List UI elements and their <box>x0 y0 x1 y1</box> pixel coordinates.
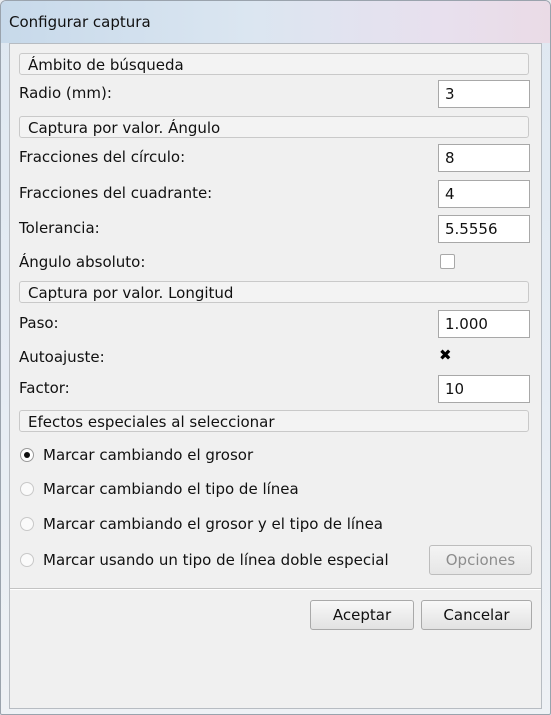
configurar-captura-dialog: Configurar captura Ámbito de búsqueda Ra… <box>0 0 551 715</box>
absolute-angle-checkbox[interactable] <box>440 254 455 269</box>
autoadjust-label: Autoajuste: <box>19 348 105 366</box>
footer-divider <box>10 588 541 590</box>
circle-fractions-input[interactable] <box>438 144 530 172</box>
tolerance-label: Tolerancia: <box>19 219 100 237</box>
radius-input[interactable] <box>438 80 530 108</box>
accept-button[interactable]: Aceptar <box>310 600 414 630</box>
radius-label: Radio (mm): <box>19 84 112 102</box>
dialog-body: Ámbito de búsqueda Radio (mm): Captura p… <box>9 43 542 709</box>
section-special-effects: Efectos especiales al seleccionar <box>19 410 529 432</box>
radio-double-line[interactable] <box>20 553 34 567</box>
checked-x-icon: ✖ <box>439 346 452 364</box>
section-length-capture: Captura por valor. Longitud <box>19 281 529 303</box>
quadrant-fractions-input[interactable] <box>438 180 530 208</box>
options-button[interactable]: Opciones <box>429 545 532 575</box>
section-angle-capture: Captura por valor. Ángulo <box>19 116 529 138</box>
autoadjust-checkbox[interactable]: ✖ <box>439 346 455 364</box>
circle-fractions-label: Fracciones del círculo: <box>19 148 186 166</box>
cancel-button[interactable]: Cancelar <box>421 600 532 630</box>
radio-line-type-label[interactable]: Marcar cambiando el tipo de línea <box>43 480 299 498</box>
radio-line-type[interactable] <box>20 482 34 496</box>
factor-label: Factor: <box>19 379 70 397</box>
radio-double-line-label[interactable]: Marcar usando un tipo de línea doble esp… <box>43 551 389 569</box>
radio-thickness-and-line-type-label[interactable]: Marcar cambiando el grosor y el tipo de … <box>43 515 383 533</box>
step-input[interactable] <box>438 310 530 338</box>
section-search-scope: Ámbito de búsqueda <box>19 53 529 75</box>
title-bar[interactable]: Configurar captura <box>1 1 550 43</box>
window-title: Configurar captura <box>9 13 151 31</box>
radio-thickness-and-line-type[interactable] <box>20 517 34 531</box>
radio-thickness-label[interactable]: Marcar cambiando el grosor <box>43 446 253 464</box>
step-label: Paso: <box>19 314 59 332</box>
tolerance-input[interactable] <box>438 215 530 243</box>
radio-thickness[interactable] <box>20 448 34 462</box>
absolute-angle-label: Ángulo absoluto: <box>19 253 146 271</box>
quadrant-fractions-label: Fracciones del cuadrante: <box>19 184 213 202</box>
factor-input[interactable] <box>438 375 530 403</box>
